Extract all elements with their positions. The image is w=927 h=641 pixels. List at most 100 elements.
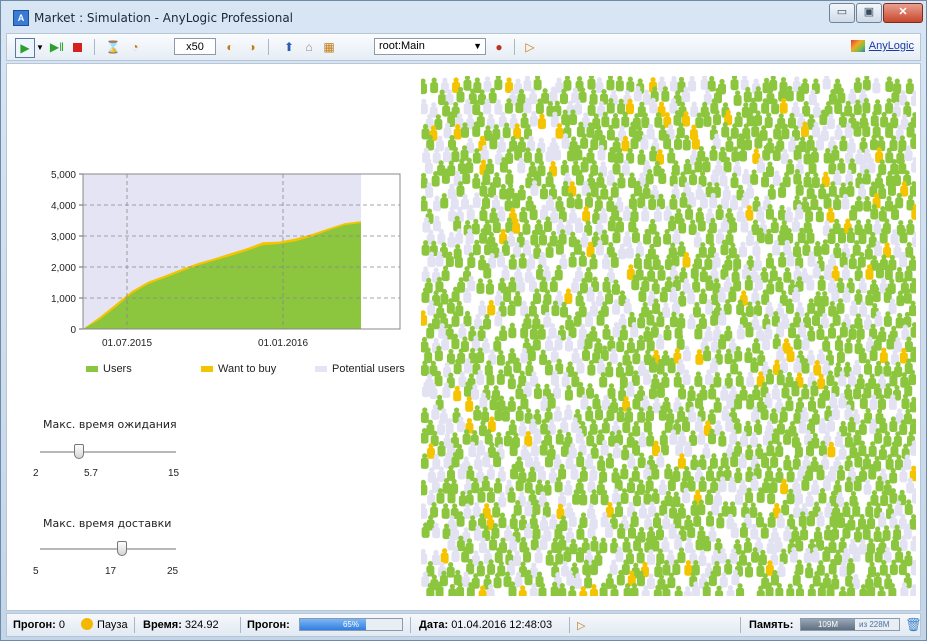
agent-person [587,76,596,90]
agent-person [605,361,614,378]
agent-person [883,360,892,377]
agent-person [688,219,697,235]
agent-person [872,77,881,94]
agent-person [895,266,904,283]
legend-item-want-to-buy: Want to buy [201,363,276,375]
toolbar: ▶ ▼ ▶‖ ⌛ ◔ x50 ◐ ◑ ⬆ ⌂ ▦ root:Main ▼ ● ▷ … [6,33,921,61]
toolbar-separator [94,39,95,55]
model-time-label: Время: [143,619,182,631]
run-progress-bar: 65% [299,618,403,631]
agent-person [533,76,542,91]
agent-person [607,383,616,399]
agent-person [792,502,801,519]
agent-person [783,267,792,283]
agent-person [885,76,894,92]
run-button[interactable]: ▶ [15,38,35,58]
virtual-time-icon: ⌛ [105,40,121,54]
maximize-button[interactable]: ▣ [856,3,882,23]
status-separator [410,617,411,633]
slower-icon: ◐ [226,40,234,54]
agent-person [478,420,487,437]
agent-person [609,559,618,576]
delivery-time-slider-value: 17 [105,566,117,577]
slower-button[interactable]: ◐ [222,38,238,56]
agent-person [838,586,847,596]
legend-item-potential-users: Potential users [315,363,405,375]
agent-person [606,76,615,91]
agent-person [770,217,779,234]
progress-label: Прогон: [247,619,290,631]
view-select[interactable]: root:Main ▼ [374,38,486,55]
agent-person [574,193,583,210]
run-dropdown-button[interactable]: ▼ [35,38,45,56]
agent-person [694,371,703,387]
agent-person [610,537,619,554]
delivery-time-slider-thumb[interactable] [116,541,127,556]
run-count-value: 0 [58,619,65,631]
legend-label: Potential users [332,363,405,375]
agent-person [862,76,871,91]
agent-person [440,548,449,564]
model-date: Дата: 01.04.2016 12:48:03 [419,619,552,631]
virtual-time-button[interactable]: ⌛ [105,38,121,56]
faster-button[interactable]: ◑ [244,38,260,56]
title-bar: A Market : Simulation - AnyLogic Profess… [1,1,926,31]
agent-person [473,405,482,421]
agent-person [750,169,759,185]
minimize-button[interactable]: ▭ [829,3,855,23]
agent-person [905,78,914,94]
delivery-time-slider-label: Макс. время доставки [43,517,172,530]
agent-person [548,467,557,484]
agent-person [529,110,538,127]
agent-person [599,537,608,554]
agent-person [807,325,816,342]
run-count: Прогон: 0 [13,619,65,631]
agent-person [564,385,573,401]
agent-person [518,420,527,437]
delivery-time-slider-track[interactable] [40,548,176,551]
agent-person [641,205,650,222]
home-button[interactable]: ⌂ [301,38,317,56]
agent-person [826,207,835,223]
agent-person [851,573,860,590]
navigate-up-icon: ⬆ [283,40,295,54]
garbage-collect-button[interactable]: 🗑 [905,617,922,633]
wait-time-slider-track[interactable] [40,451,176,454]
agent-person [895,312,904,329]
simulation-canvas: 5,000 4,000 3,000 2,000 1,000 0 01.07.2015 01.0… [6,63,921,611]
wait-time-slider-thumb[interactable] [73,444,84,459]
stop-button[interactable] [69,38,85,56]
agent-person [739,241,748,258]
agent-person [586,383,595,399]
agent-person [421,479,428,496]
memory-used: 109M [801,619,855,630]
x-tick-label: 01.07.2015 [102,338,152,349]
step-icon: ▶‖ [49,40,65,54]
console-icon[interactable]: ▷ [577,619,585,632]
real-time-button[interactable]: ◔ [127,38,143,56]
view-areas-button[interactable]: ▦ [321,38,337,56]
step-button[interactable]: ▶‖ [49,38,65,56]
navigate-to-view-button[interactable]: ● [491,38,507,56]
developer-panel-button[interactable]: ▷ [522,38,538,56]
close-button[interactable]: ✕ [883,3,923,23]
agent-person [509,513,518,530]
agent-person [889,467,898,484]
play-icon: ▶ [20,41,30,55]
home-icon: ⌂ [305,40,313,54]
y-tick-label: 4,000 [51,201,76,212]
agent-person [463,76,472,91]
memory-label: Память: [749,619,794,631]
agent-person [421,407,429,423]
toolbar-separator [514,39,515,55]
agent-person [537,113,546,130]
anylogic-link-label: AnyLogic [868,40,914,52]
agent-person [441,503,450,519]
anylogic-link[interactable]: AnyLogic [850,40,914,52]
navigate-up-button[interactable]: ⬆ [281,38,297,56]
agent-person [478,300,487,316]
agent-person [433,195,442,212]
view-select-value: root:Main [379,40,425,52]
agent-person [784,206,793,223]
agent-person [883,431,892,447]
